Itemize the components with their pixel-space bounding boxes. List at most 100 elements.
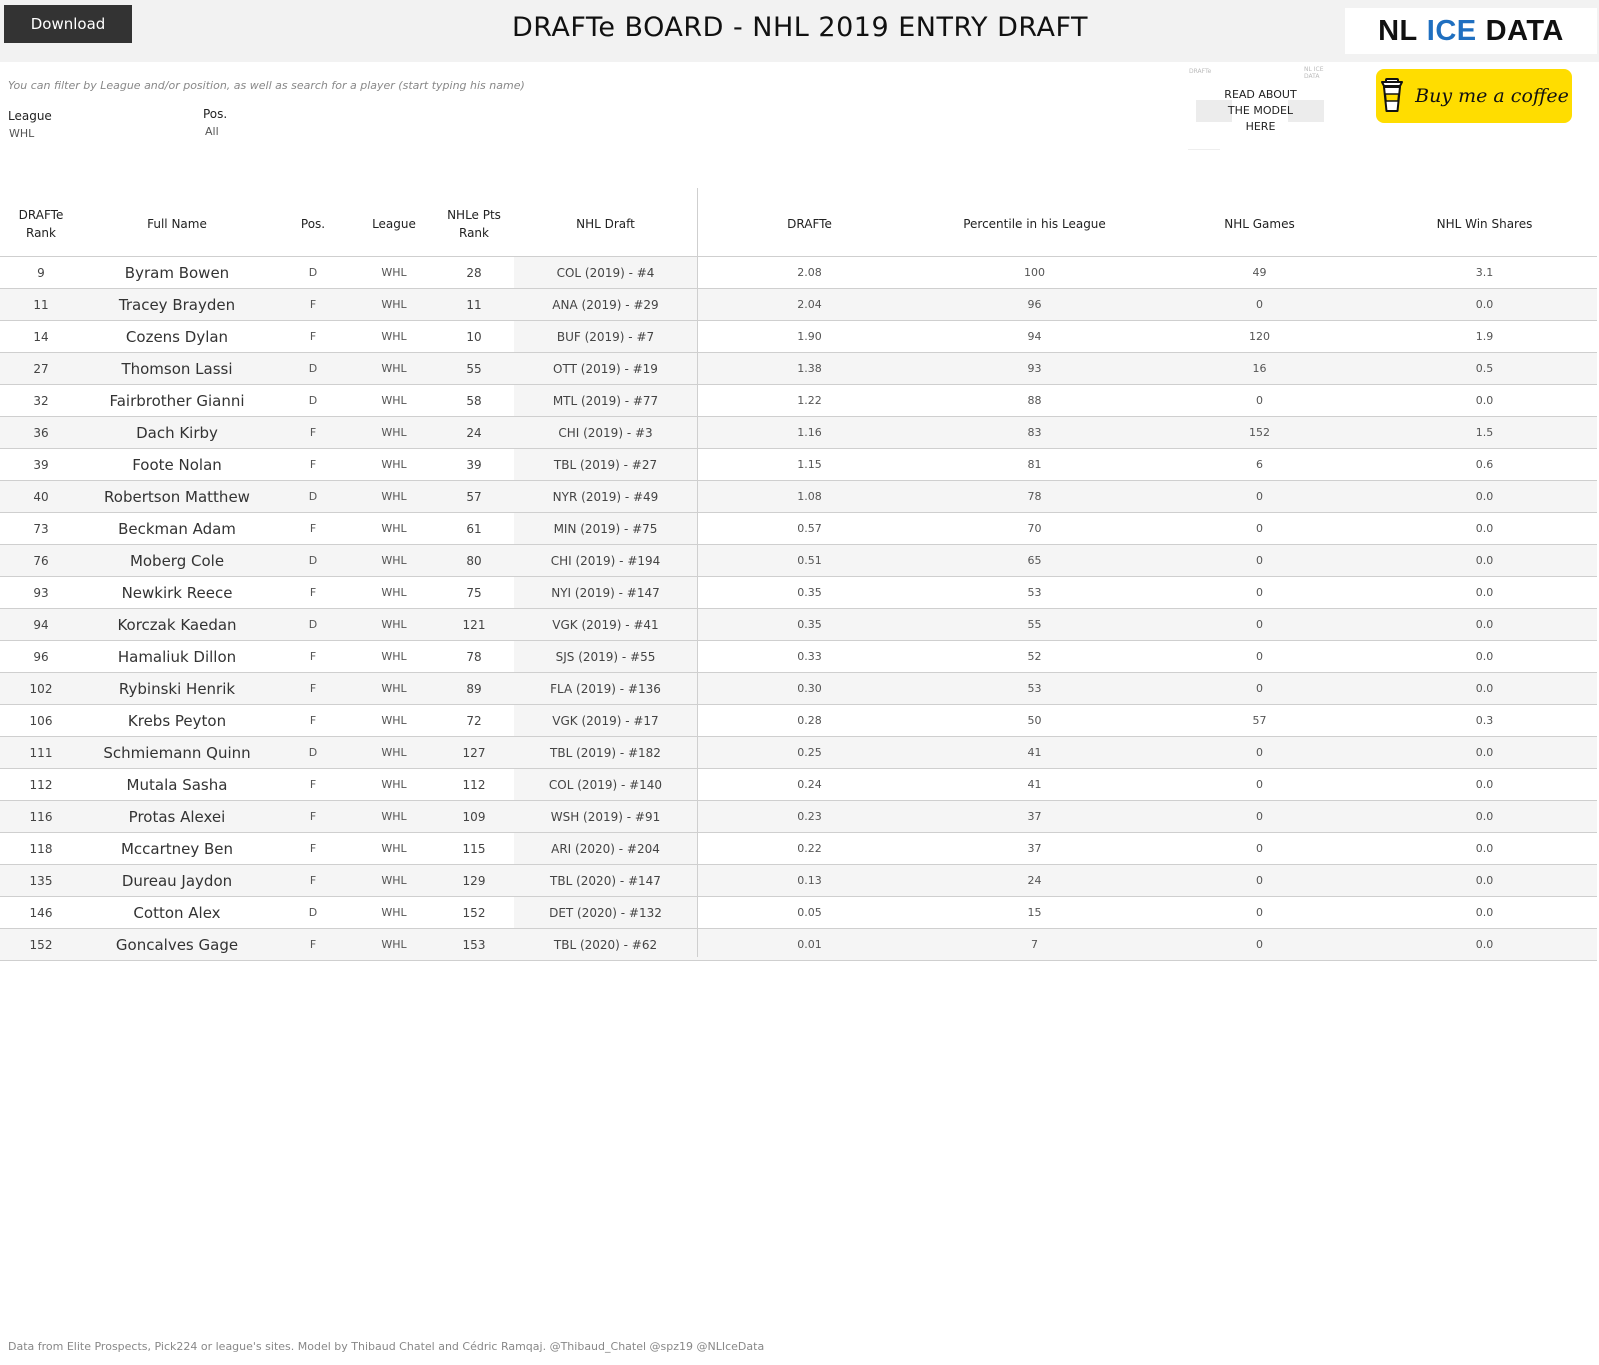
league-filter: League WHL bbox=[8, 109, 52, 140]
col-header-nhl-games[interactable]: NHL Games bbox=[1147, 192, 1372, 256]
cell-nhl-games: 6 bbox=[1256, 458, 1263, 471]
cell-percentile: 37 bbox=[1027, 810, 1042, 823]
cell-nhl-win-shares: 0.0 bbox=[1475, 778, 1494, 791]
table-row[interactable]: 11 Tracey Brayden F WHL 11 ANA (2019) - #29 2.… bbox=[0, 289, 1597, 321]
cell-nhl-win-shares: 0.0 bbox=[1475, 906, 1494, 919]
table-row[interactable]: 39 Foote Nolan F WHL 39 TBL (2019) - #27 1.15 8… bbox=[0, 449, 1597, 481]
cell-nhl-draft: VGK (2019) - #17 bbox=[552, 713, 659, 728]
col-header-drafte-rank[interactable]: DRAFTe Rank bbox=[0, 192, 82, 256]
read-about-model-link[interactable]: DRAFTe NL ICE DATA READ ABOUT THE MODEL … bbox=[1188, 66, 1333, 150]
cell-percentile: 94 bbox=[1027, 330, 1042, 343]
table-row[interactable]: 76 Moberg Cole D WHL 80 CHI (2019) - #194 0.51… bbox=[0, 545, 1597, 577]
cell-nhl-win-shares: 1.9 bbox=[1475, 330, 1494, 343]
cell-nhl-win-shares: 0.0 bbox=[1475, 522, 1494, 535]
cell-drafte-rank: 40 bbox=[33, 489, 49, 504]
cell-full-name: Schmiemann Quinn bbox=[103, 743, 251, 762]
cell-nhl-games: 0 bbox=[1256, 618, 1263, 631]
table-row[interactable]: 32 Fairbrother Gianni D WHL 58 MTL (2019) - #… bbox=[0, 385, 1597, 417]
table-row[interactable]: 94 Korczak Kaedan D WHL 121 VGK (2019) - #41 0… bbox=[0, 609, 1597, 641]
col-header-drafte-rank-line2: Rank bbox=[26, 226, 56, 240]
cell-nhl-games: 0 bbox=[1256, 490, 1263, 503]
nl-ice-data-logo[interactable]: NL ICE DATA bbox=[1345, 8, 1597, 54]
table-row[interactable]: 111 Schmiemann Quinn D WHL 127 TBL (2019) - #… bbox=[0, 737, 1597, 769]
thumbnail-caption-left: DRAFTe bbox=[1189, 68, 1212, 75]
cell-nhl-games: 0 bbox=[1256, 682, 1263, 695]
cell-drafte: 2.04 bbox=[797, 298, 822, 311]
table-row[interactable]: 106 Krebs Peyton F WHL 72 VGK (2019) - #17 0.2… bbox=[0, 705, 1597, 737]
table-row[interactable]: 102 Rybinski Henrik F WHL 89 FLA (2019) - #13… bbox=[0, 673, 1597, 705]
col-header-nhle-pts-rank[interactable]: NHLe Pts Rank bbox=[434, 192, 514, 256]
coffee-cup-icon bbox=[1381, 78, 1404, 112]
col-header-percentile[interactable]: Percentile in his League bbox=[922, 192, 1147, 256]
col-header-full-name[interactable]: Full Name bbox=[82, 192, 272, 256]
cell-nhle-pts-rank: 11 bbox=[466, 297, 482, 312]
table-row[interactable]: 14 Cozens Dylan F WHL 10 BUF (2019) - #7 1.90 9… bbox=[0, 321, 1597, 353]
cell-league: WHL bbox=[381, 394, 407, 407]
cell-nhle-pts-rank: 78 bbox=[466, 649, 482, 664]
col-header-nhle-pts-rank-line1: NHLe Pts bbox=[447, 208, 501, 222]
table-row[interactable]: 93 Newkirk Reece F WHL 75 NYI (2019) - #147 0.… bbox=[0, 577, 1597, 609]
table-row[interactable]: 146 Cotton Alex D WHL 152 DET (2020) - #132 0.… bbox=[0, 897, 1597, 929]
read-about-text[interactable]: READ ABOUT THE MODEL HERE bbox=[1208, 87, 1313, 135]
table-row[interactable]: 40 Robertson Matthew D WHL 57 NYR (2019) - #4… bbox=[0, 481, 1597, 513]
table-row[interactable]: 73 Beckman Adam F WHL 61 MIN (2019) - #75 0.57… bbox=[0, 513, 1597, 545]
table-row[interactable]: 9 Byram Bowen D WHL 28 COL (2019) - #4 2.08 100… bbox=[0, 257, 1597, 289]
col-header-nhl-draft[interactable]: NHL Draft bbox=[514, 192, 697, 256]
cell-percentile: 93 bbox=[1027, 362, 1042, 375]
cell-drafte: 0.13 bbox=[797, 874, 822, 887]
cell-league: WHL bbox=[381, 810, 407, 823]
cell-position: F bbox=[309, 714, 317, 727]
table-row[interactable]: 135 Dureau Jaydon F WHL 129 TBL (2020) - #147… bbox=[0, 865, 1597, 897]
cell-league: WHL bbox=[381, 906, 407, 919]
cell-drafte-rank: 152 bbox=[29, 937, 53, 952]
table-row[interactable]: 96 Hamaliuk Dillon F WHL 78 SJS (2019) - #55 0… bbox=[0, 641, 1597, 673]
cell-nhl-draft: COL (2019) - #140 bbox=[548, 777, 663, 792]
cell-full-name: Korczak Kaedan bbox=[117, 615, 237, 634]
cell-nhl-games: 0 bbox=[1256, 522, 1263, 535]
cell-nhle-pts-rank: 80 bbox=[466, 553, 482, 568]
filter-hint: You can filter by League and/or position… bbox=[8, 79, 525, 92]
cell-nhle-pts-rank: 57 bbox=[466, 489, 482, 504]
col-header-position[interactable]: Pos. bbox=[272, 192, 354, 256]
cell-position: D bbox=[308, 618, 318, 631]
col-header-league[interactable]: League bbox=[354, 192, 434, 256]
table-row[interactable]: 116 Protas Alexei F WHL 109 WSH (2019) - #91 0… bbox=[0, 801, 1597, 833]
cell-full-name: Mccartney Ben bbox=[120, 839, 234, 858]
cell-percentile: 50 bbox=[1027, 714, 1042, 727]
cell-nhle-pts-rank: 61 bbox=[466, 521, 482, 536]
top-bar: Download DRAFTe BOARD - NHL 2019 ENTRY D… bbox=[0, 0, 1599, 62]
cell-nhl-draft: OTT (2019) - #19 bbox=[553, 361, 658, 376]
position-filter-label: Pos. bbox=[203, 107, 228, 121]
cell-nhl-games: 0 bbox=[1256, 810, 1263, 823]
table-row[interactable]: 112 Mutala Sasha F WHL 112 COL (2019) - #140 0… bbox=[0, 769, 1597, 801]
cell-nhl-games: 0 bbox=[1256, 842, 1263, 855]
col-header-nhl-win-shares[interactable]: NHL Win Shares bbox=[1372, 192, 1597, 256]
buy-me-a-coffee-button[interactable]: Buy me a coffee bbox=[1376, 69, 1572, 123]
cell-drafte-rank: 118 bbox=[29, 841, 53, 856]
table-row[interactable]: 36 Dach Kirby F WHL 24 CHI (2019) - #3 1.16 83 1… bbox=[0, 417, 1597, 449]
draft-board-table: DRAFTe Rank Full Name Pos. League NHLe P… bbox=[0, 188, 1597, 961]
cell-nhl-win-shares: 0.0 bbox=[1475, 554, 1494, 567]
download-button[interactable]: Download bbox=[4, 5, 132, 43]
cell-drafte: 1.15 bbox=[797, 458, 822, 471]
cell-drafte: 0.30 bbox=[797, 682, 822, 695]
cell-nhl-draft: NYI (2019) - #147 bbox=[551, 585, 660, 600]
col-header-drafte[interactable]: DRAFTe bbox=[697, 192, 922, 256]
cell-drafte: 0.01 bbox=[797, 938, 822, 951]
cell-nhl-win-shares: 0.0 bbox=[1475, 938, 1494, 951]
cell-percentile: 53 bbox=[1027, 586, 1042, 599]
position-filter-select[interactable]: All bbox=[205, 125, 227, 138]
table-row[interactable]: 27 Thomson Lassi D WHL 55 OTT (2019) - #19 1.3… bbox=[0, 353, 1597, 385]
cell-position: F bbox=[309, 426, 317, 439]
cell-drafte: 0.24 bbox=[797, 778, 822, 791]
league-filter-select[interactable]: WHL bbox=[9, 127, 52, 140]
cell-drafte-rank: 94 bbox=[33, 617, 49, 632]
cell-league: WHL bbox=[381, 938, 407, 951]
table-row[interactable]: 152 Goncalves Gage F WHL 153 TBL (2020) - #62… bbox=[0, 929, 1597, 961]
table-row[interactable]: 118 Mccartney Ben F WHL 115 ARI (2020) - #204… bbox=[0, 833, 1597, 865]
cell-full-name: Thomson Lassi bbox=[121, 359, 233, 378]
cell-drafte-rank: 111 bbox=[29, 745, 53, 760]
cell-nhl-games: 0 bbox=[1256, 394, 1263, 407]
cell-position: F bbox=[309, 810, 317, 823]
cell-nhl-games: 152 bbox=[1249, 426, 1270, 439]
